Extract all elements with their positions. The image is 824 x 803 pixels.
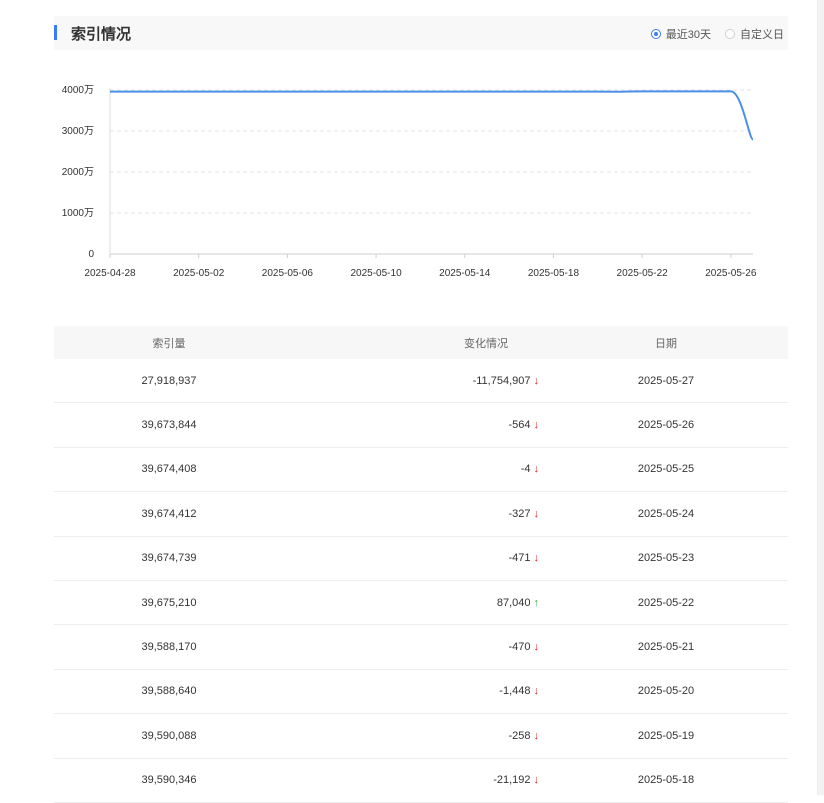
cell-index-count: 39,590,346 [141, 774, 197, 787]
cell-change: -327 ↓ [284, 508, 544, 520]
x-tick-label: 2025-05-10 [350, 268, 402, 279]
arrow-up-icon: ↑ [533, 596, 540, 609]
y-tick-label: 1000万 [62, 208, 94, 219]
y-tick-label: 0 [88, 249, 94, 260]
table-row: 39,674,412 -327 ↓ 2025-05-24 [54, 492, 788, 537]
table-row: 39,588,170 -470 ↓ 2025-05-21 [54, 625, 788, 670]
cell-date: 2025-05-24 [637, 507, 695, 520]
table-row: 27,918,937 -11,754,907 ↓ 2025-05-27 [54, 359, 788, 404]
y-tick-label: 2000万 [62, 167, 94, 178]
change-value: -564 [508, 419, 531, 432]
cell-change: -21,192 ↓ [284, 774, 544, 786]
change-value: -470 [508, 641, 531, 654]
arrow-down-icon: ↓ [533, 685, 540, 698]
x-tick-label: 2025-05-14 [439, 268, 491, 279]
cell-index-count: 39,674,412 [141, 507, 197, 520]
radio-selected-icon [650, 29, 661, 39]
section-accent-bar [54, 25, 57, 40]
arrow-down-icon: ↓ [533, 774, 540, 787]
x-tick-label: 2025-05-22 [617, 268, 669, 279]
arrow-down-icon: ↓ [533, 552, 540, 565]
y-tick-label: 3000万 [62, 126, 94, 137]
arrow-down-icon: ↓ [533, 463, 540, 476]
cell-date: 2025-05-21 [637, 641, 695, 654]
x-tick-label: 2025-05-18 [528, 268, 580, 279]
range-option-last-30-days[interactable]: 最近30天 [650, 26, 711, 42]
radio-unselected-icon [725, 29, 735, 39]
arrow-down-icon: ↓ [533, 374, 540, 387]
cell-change: -258 ↓ [284, 730, 544, 742]
change-value: -11,754,907 [472, 374, 531, 387]
cell-change: 87,040 ↑ [284, 597, 544, 609]
cell-index-count: 39,588,640 [141, 685, 197, 698]
table-row: 39,590,346 -21,192 ↓ 2025-05-18 [54, 759, 788, 803]
header-change: 变化情况 [464, 337, 508, 350]
index-line-chart: 0 1000万 2000万 3000万 4000万 2025-04-28 2025-05-0… [62, 85, 757, 279]
range-option-label: 自定义日 [740, 29, 784, 41]
series-line [110, 90, 754, 141]
cell-date: 2025-05-22 [637, 596, 695, 609]
table-row: 39,675,210 87,040 ↑ 2025-05-22 [54, 581, 788, 626]
change-value: -471 [508, 552, 531, 565]
cell-change: -11,754,907 ↓ [284, 375, 544, 387]
cell-change: -4 ↓ [284, 463, 544, 475]
section-header: 索引情况 最近30天 自定义日 [54, 16, 788, 50]
section-title: 索引情况 [71, 26, 132, 43]
range-option-label: 最近30天 [665, 29, 711, 41]
arrow-down-icon: ↓ [533, 419, 540, 432]
cell-date: 2025-05-26 [637, 419, 695, 432]
cell-index-count: 27,918,937 [141, 374, 197, 387]
cell-index-count: 39,675,210 [141, 596, 197, 609]
cell-index-count: 39,673,844 [141, 419, 197, 432]
cell-index-count: 39,674,408 [141, 463, 197, 476]
table-header: 索引量 变化情况 日期 [54, 326, 788, 359]
cell-change: -470 ↓ [284, 641, 544, 653]
cell-date: 2025-05-25 [637, 463, 695, 476]
change-value: -327 [508, 507, 531, 520]
arrow-down-icon: ↓ [533, 507, 540, 520]
x-tick-label: 2025-05-06 [262, 268, 314, 279]
cell-change: -564 ↓ [284, 419, 544, 431]
cell-change: -471 ↓ [284, 552, 544, 564]
arrow-down-icon: ↓ [533, 729, 540, 742]
cell-index-count: 39,588,170 [141, 641, 197, 654]
cell-date: 2025-05-19 [637, 729, 695, 742]
table-body: 27,918,937 -11,754,907 ↓ 2025-05-27 39,673,8… [54, 359, 788, 803]
index-table: 索引量 变化情况 日期 27,918,937 -11,754,907 ↓ 2025-0… [54, 326, 788, 803]
date-range-selector: 最近30天 自定义日 [637, 26, 788, 42]
cell-date: 2025-05-23 [637, 552, 695, 565]
cell-date: 2025-05-27 [637, 374, 695, 387]
change-value: -1,448 [499, 685, 531, 698]
cell-date: 2025-05-20 [637, 685, 695, 698]
change-value: -21,192 [493, 774, 531, 787]
change-value: 87,040 [496, 596, 531, 609]
y-tick-label: 4000万 [62, 85, 94, 96]
table-row: 39,673,844 -564 ↓ 2025-05-26 [54, 403, 788, 448]
cell-change: -1,448 ↓ [284, 685, 544, 697]
page-scrollbar[interactable] [817, 0, 824, 795]
cell-date: 2025-05-18 [637, 774, 695, 787]
arrow-down-icon: ↓ [533, 641, 540, 654]
table-row: 39,588,640 -1,448 ↓ 2025-05-20 [54, 670, 788, 715]
header-index-count: 索引量 [152, 337, 186, 350]
header-date: 日期 [655, 337, 677, 350]
cell-index-count: 39,590,088 [141, 729, 197, 742]
range-option-custom-date[interactable]: 自定义日 [725, 26, 788, 42]
x-tick-label: 2025-05-02 [173, 268, 225, 279]
x-tick-label: 2025-05-26 [705, 268, 757, 279]
cell-index-count: 39,674,739 [141, 552, 197, 565]
x-tick-label: 2025-04-28 [84, 268, 136, 279]
change-value: -258 [508, 729, 531, 742]
change-value: -4 [520, 463, 531, 476]
table-row: 39,674,408 -4 ↓ 2025-05-25 [54, 448, 788, 493]
table-row: 39,674,739 -471 ↓ 2025-05-23 [54, 537, 788, 581]
table-row: 39,590,088 -258 ↓ 2025-05-19 [54, 714, 788, 759]
